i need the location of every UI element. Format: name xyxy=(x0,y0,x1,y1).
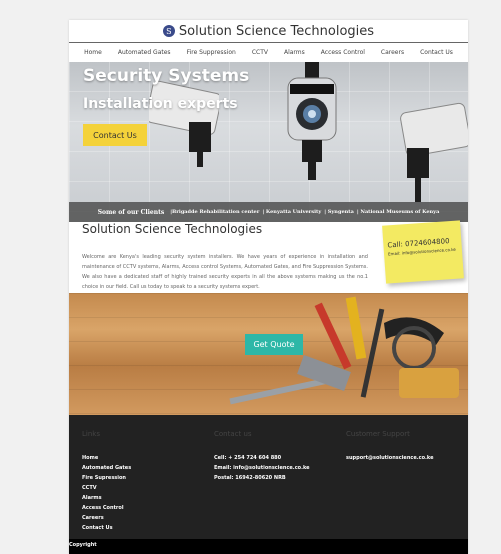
nav-access-control[interactable]: Access Control xyxy=(313,49,373,56)
nav-fire-suppression[interactable]: Fire Suppression xyxy=(179,49,244,56)
footer-link-cctv[interactable]: CCTV xyxy=(82,483,131,493)
client-item: | Syngenta xyxy=(324,209,354,215)
footer-links-heading: Links xyxy=(82,430,100,438)
hero-subheading: Installation experts xyxy=(83,96,238,112)
footer-link-automated-gates[interactable]: Automated Gates xyxy=(82,463,131,473)
hero-heading: Security Systems xyxy=(83,66,250,86)
footer-link-alarms[interactable]: Alarms xyxy=(82,493,131,503)
contact-us-button[interactable]: Contact Us xyxy=(83,124,147,146)
copyright-text: Copyright xyxy=(69,542,97,548)
client-item: | National Museums of Kenya xyxy=(356,209,440,215)
nav-automated-gates[interactable]: Automated Gates xyxy=(110,49,179,56)
footer-link-careers[interactable]: Careers xyxy=(82,513,131,523)
footer-cell: Cell: + 254 724 604 880 xyxy=(214,455,282,461)
security-camera-center-icon xyxy=(287,62,337,180)
footer-contact-heading: Contact us xyxy=(214,430,252,438)
site-title[interactable]: Solution Science Technologies xyxy=(179,24,374,39)
footer: Links Home Automated Gates Fire Supressi… xyxy=(69,415,468,539)
contact-sticky-note: Call: 0724604800 Email: info@solutionsci… xyxy=(382,220,464,284)
clients-label: Some of our Clients xyxy=(97,208,165,216)
brand: S Solution Science Technologies xyxy=(69,20,468,42)
clients-strip: Some of our Clients |Brigadde Rehabilita… xyxy=(69,202,468,222)
tools-banner: Get Quote xyxy=(69,293,468,415)
nav-cctv[interactable]: CCTV xyxy=(244,49,276,56)
footer-link-home[interactable]: Home xyxy=(82,453,131,463)
about-title: Solution Science Technologies xyxy=(82,222,263,236)
about-text: Welcome are Kenya's leading security sys… xyxy=(82,254,368,290)
footer-postal: Postal: 16942-80620 NRB xyxy=(214,475,286,481)
main-nav: Home Automated Gates Fire Suppression CC… xyxy=(69,43,468,61)
logo-icon: S xyxy=(162,25,175,37)
get-quote-button[interactable]: Get Quote xyxy=(245,334,303,355)
security-camera-right-icon xyxy=(400,102,468,202)
nav-alarms[interactable]: Alarms xyxy=(276,49,313,56)
client-item: | Kenyatta University xyxy=(262,209,322,215)
client-item: |Brigadde Rehabilitation center xyxy=(170,209,260,215)
nav-careers[interactable]: Careers xyxy=(373,49,412,56)
footer-support-heading: Customer Support xyxy=(346,430,410,438)
hero-banner: Security Systems Installation experts Co… xyxy=(69,62,468,222)
nav-home[interactable]: Home xyxy=(76,49,110,56)
nav-contact-us[interactable]: Contact Us xyxy=(412,49,461,56)
footer-support-list: support@solutionscience.co.ke xyxy=(346,453,434,463)
page: S Solution Science Technologies Home Aut… xyxy=(69,20,468,554)
footer-contact-list: Cell: + 254 724 604 880 Email: info@solu… xyxy=(214,453,310,483)
footer-links-list: Home Automated Gates Fire Supression CCT… xyxy=(82,453,131,533)
copyright-bar: Copyright xyxy=(69,539,468,554)
footer-link-fire-supression[interactable]: Fire Supression xyxy=(82,473,131,483)
footer-email[interactable]: Email: info@solutionscience.co.ke xyxy=(214,463,310,473)
footer-link-contact-us[interactable]: Contact Us xyxy=(82,523,131,533)
footer-link-access-control[interactable]: Access Control xyxy=(82,503,131,513)
footer-support-email[interactable]: support@solutionscience.co.ke xyxy=(346,453,434,463)
